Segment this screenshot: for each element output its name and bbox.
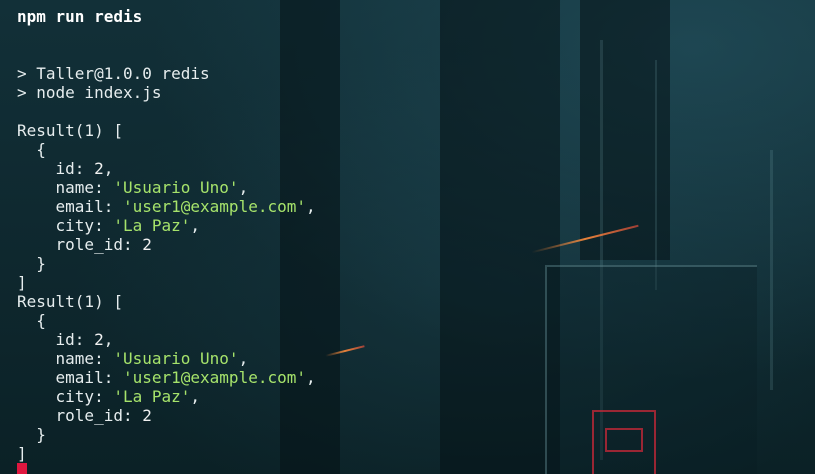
field-role-id: role_id: 2 [55, 235, 152, 254]
terminal-window[interactable]: npm run redis > Taller@1.0.0 redis > nod… [0, 0, 815, 474]
field-role-id: role_id: 2 [55, 406, 152, 425]
command-line: npm run redis [17, 7, 143, 26]
field-name: name: 'Usuario Uno', [55, 178, 249, 197]
result-header: Result(1) [ [17, 121, 123, 140]
npm-script-line: > node index.js [17, 83, 162, 102]
object-close-brace: } [36, 425, 46, 444]
field-id: id: 2, [55, 330, 114, 349]
field-id: id: 2, [55, 159, 114, 178]
cursor-block [17, 463, 27, 474]
field-email: email: 'user1@example.com', [55, 197, 316, 216]
terminal-output[interactable]: npm run redis > Taller@1.0.0 redis > nod… [17, 7, 815, 474]
field-city: city: 'La Paz', [55, 387, 201, 406]
field-name: name: 'Usuario Uno', [55, 349, 249, 368]
object-open-brace: { [36, 140, 46, 159]
result-header: Result(1) [ [17, 292, 123, 311]
prompt-line[interactable] [17, 463, 815, 474]
field-city: city: 'La Paz', [55, 216, 201, 235]
object-open-brace: { [36, 311, 46, 330]
object-close-brace: } [36, 254, 46, 273]
result-close-bracket: ] [17, 444, 27, 463]
result-close-bracket: ] [17, 273, 27, 292]
npm-script-line: > Taller@1.0.0 redis [17, 64, 210, 83]
field-email: email: 'user1@example.com', [55, 368, 316, 387]
